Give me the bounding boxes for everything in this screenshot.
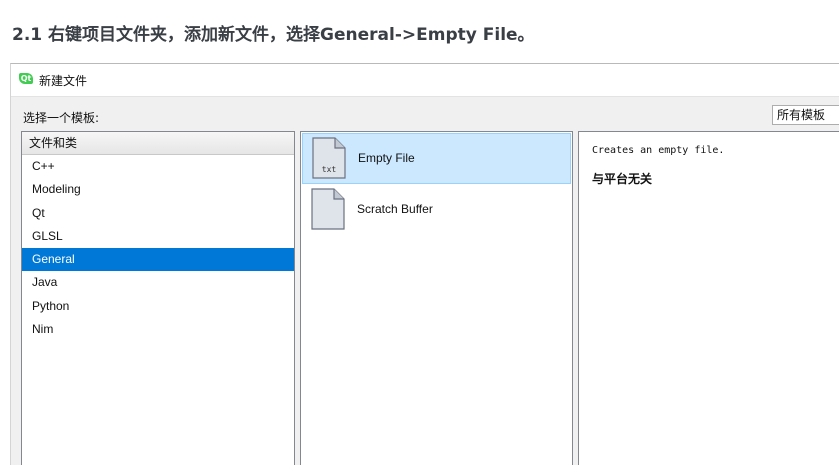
txt-file-icon-label: txt [322,165,337,174]
template-label-scratch-buffer: Scratch Buffer [357,202,433,216]
category-item-nim[interactable]: Nim [22,318,294,341]
blank-file-icon [311,188,345,230]
new-file-dialog: Qt 新建文件 选择一个模板: 所有模板 ▼ 文件和类 C++ Modeling… [10,63,839,465]
dialog-title: 新建文件 [39,74,88,88]
category-list[interactable]: 文件和类 C++ Modeling Qt GLSL General Java P… [21,131,295,465]
template-platform: 与平台无关 [592,172,653,186]
category-item-java[interactable]: Java [22,271,294,294]
category-item-cpp[interactable]: C++ [22,155,294,178]
txt-file-icon: txt [312,137,346,179]
category-item-qt[interactable]: Qt [22,202,294,225]
template-filter-combobox[interactable]: 所有模板 ▼ [772,105,839,125]
category-item-general[interactable]: General [22,248,294,272]
template-filter-value: 所有模板 [777,108,826,122]
category-item-modeling[interactable]: Modeling [22,178,294,201]
choose-template-label: 选择一个模板: [23,111,100,125]
template-item-empty-file[interactable]: txt Empty File [302,133,571,184]
category-group-header[interactable]: 文件和类 [22,132,294,155]
dialog-titlebar: Qt 新建文件 [11,64,839,97]
template-label-empty-file: Empty File [358,151,415,165]
template-description-panel: Creates an empty file. 与平台无关 [578,131,839,465]
qt-creator-logo-icon: Qt [19,73,33,84]
document-heading: 2.1 右键项目文件夹，添加新文件，选择General->Empty File。 [12,25,535,45]
template-description: Creates an empty file. [592,145,725,156]
category-item-python[interactable]: Python [22,295,294,318]
template-item-scratch-buffer[interactable]: Scratch Buffer [302,185,571,235]
category-item-glsl[interactable]: GLSL [22,225,294,248]
template-list[interactable]: txt Empty File Scratch Buffer [300,131,573,465]
